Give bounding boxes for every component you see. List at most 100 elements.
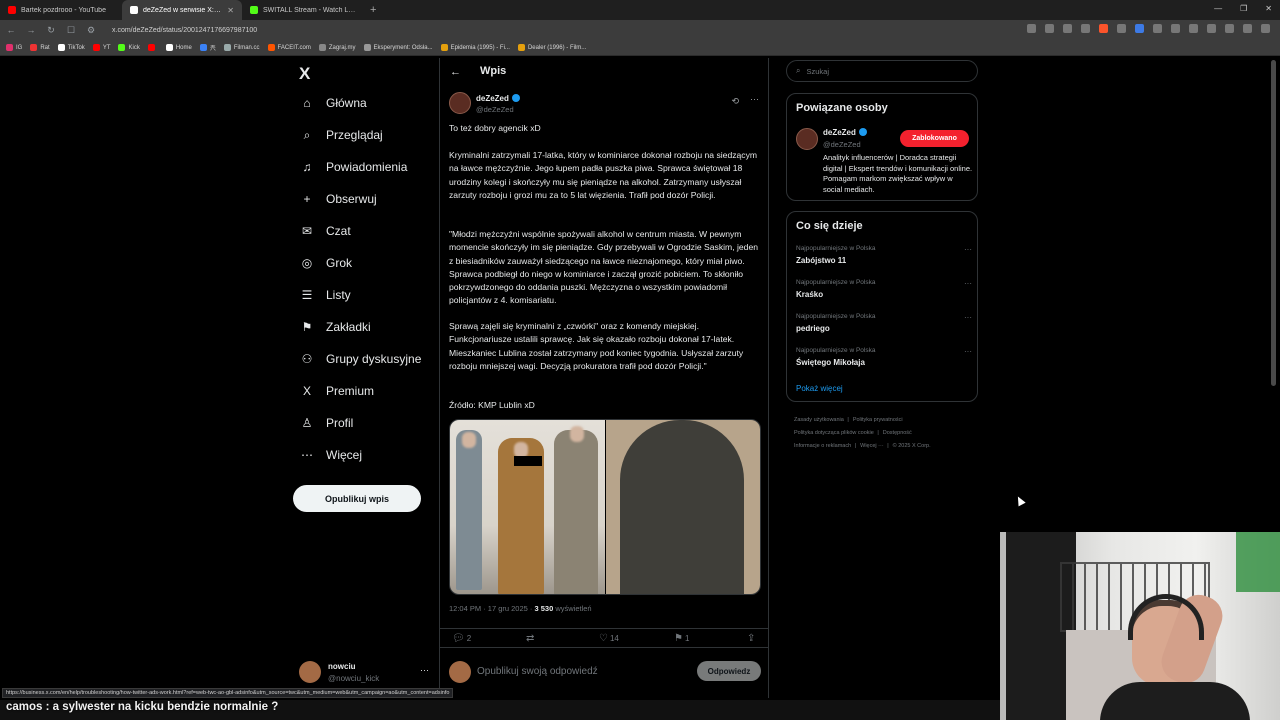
brave-shield-icon[interactable] xyxy=(1099,24,1108,33)
nav-item-obserwuj[interactable]: + Obserwuj xyxy=(300,192,376,206)
account-switcher[interactable]: nowciu @nowciu_kick ··· xyxy=(299,659,429,685)
show-more-link[interactable]: Pokaż więcej xyxy=(796,384,843,393)
post-author: deZeZed @deZeZed ⟲ ··· xyxy=(449,92,761,116)
tab-youtube[interactable]: Bartek pozdrooo - YouTube xyxy=(0,0,122,20)
nav-item-listy[interactable]: ☰ Listy xyxy=(300,288,351,302)
related-name[interactable]: deZeZed xyxy=(823,128,867,137)
bookmark-item[interactable]: 兲 xyxy=(199,43,216,52)
footer-link[interactable]: Więcej ··· xyxy=(860,443,889,449)
footer-link[interactable]: Zasady użytkowania xyxy=(794,417,849,423)
bookmark-item[interactable]: Zagraj.my xyxy=(318,44,356,51)
more-options-icon[interactable]: ··· xyxy=(750,94,759,104)
trend-item[interactable]: Najpopularniejsze w Polska Zabójstwo 11 ··… xyxy=(796,245,972,271)
bookmark-item[interactable]: Home xyxy=(165,44,192,51)
more-icon[interactable]: ··· xyxy=(964,347,972,356)
extension-icon[interactable] xyxy=(1171,24,1180,33)
post-photo-balaclava[interactable] xyxy=(606,420,760,594)
bookmark-item[interactable]: TikTok xyxy=(57,44,85,51)
avatar[interactable] xyxy=(796,128,818,150)
more-icon[interactable]: ··· xyxy=(964,313,972,322)
nav-item-czat[interactable]: ✉ Czat xyxy=(300,224,351,238)
share-action[interactable]: ⇪ xyxy=(747,633,755,644)
new-tab-button[interactable]: + xyxy=(364,4,382,16)
share-icon[interactable] xyxy=(1063,24,1072,33)
forward-icon[interactable]: → xyxy=(26,25,36,35)
more-icon[interactable]: ··· xyxy=(964,279,972,288)
download-icon[interactable] xyxy=(1189,24,1198,33)
reply-count: 2 xyxy=(466,634,472,643)
star-icon[interactable] xyxy=(1081,24,1090,33)
nav-item-więcej[interactable]: ⋯ Więcej xyxy=(300,448,362,462)
footer-link[interactable]: Dostępność xyxy=(883,430,914,436)
footer-link[interactable]: © 2025 X Corp. xyxy=(893,443,933,449)
tab-kick[interactable]: SWITALL Stream - Watch Live on Kick xyxy=(242,0,364,20)
more-icon[interactable]: ··· xyxy=(964,245,972,254)
repost-action[interactable]: ⇄ xyxy=(526,633,536,644)
bookmark-item[interactable]: Eksperyment: Odsła... xyxy=(363,44,433,51)
like-action[interactable]: ♡ 14 xyxy=(599,633,619,644)
nav-item-zakładki[interactable]: ⚑ Zakładki xyxy=(300,320,371,334)
bookmark-item[interactable]: FACEIT.com xyxy=(267,44,311,51)
avatar[interactable] xyxy=(449,92,471,114)
nav-item-grok[interactable]: ◎ Grok xyxy=(300,256,352,270)
menu-icon[interactable] xyxy=(1261,24,1270,33)
extension-icon[interactable] xyxy=(1153,24,1162,33)
scrollbar[interactable] xyxy=(1271,60,1276,386)
reply-input[interactable]: Opublikuj swoją odpowiedź xyxy=(477,666,598,677)
restore-icon[interactable]: ❐ xyxy=(1240,4,1247,13)
footer-link[interactable]: Polityka prywatności xyxy=(853,417,905,423)
url-field[interactable]: x.com/deZeZed/status/2001247176697987100 xyxy=(106,27,257,34)
bookmark-item[interactable]: Dealer (1996) - Film... xyxy=(517,44,586,51)
extension-icon[interactable] xyxy=(1135,24,1144,33)
back-arrow-icon[interactable]: ← xyxy=(450,66,461,78)
nav-icon: ☰ xyxy=(301,288,313,302)
post-button[interactable]: Opublikuj wpis xyxy=(293,485,421,512)
trend-item[interactable]: Najpopularniejsze w Polska Świętego Mikoł… xyxy=(796,347,972,373)
nav-item-grupy-dyskusyjne[interactable]: ⚇ Grupy dyskusyjne xyxy=(300,352,422,366)
footer-link[interactable]: Informacje o reklamach xyxy=(794,443,856,449)
author-handle[interactable]: @deZeZed xyxy=(476,105,514,114)
extension-icon[interactable] xyxy=(1117,24,1126,33)
close-tab-icon[interactable]: ✕ xyxy=(227,6,234,15)
bookmark-action[interactable]: ⚑ 1 xyxy=(674,633,689,644)
more-icon[interactable]: ··· xyxy=(420,665,429,675)
bookmark-item[interactable]: Filman.cc xyxy=(223,44,260,51)
post-photo-arrest[interactable] xyxy=(450,420,605,594)
bookmark-item[interactable]: YT xyxy=(92,44,110,51)
minimize-icon[interactable]: — xyxy=(1214,4,1222,13)
reply-action[interactable]: 💬︎ 2 xyxy=(452,633,471,644)
grok-icon[interactable]: ⟲ xyxy=(731,96,739,107)
bookmark-item[interactable]: Kick xyxy=(118,44,140,51)
trend-item[interactable]: Najpopularniejsze w Polska pedriego ··· xyxy=(796,313,972,339)
extension-icon[interactable] xyxy=(1225,24,1234,33)
bookmark-item[interactable]: Epidemia (1995) - Fi... xyxy=(440,44,510,51)
views-label: wyświetleń xyxy=(553,604,592,613)
footer-link[interactable]: Polityka dotycząca plików cookie xyxy=(794,430,879,436)
x-logo-icon[interactable]: X xyxy=(299,64,310,84)
tab-x-post[interactable]: deZeZed w serwisie X: „To też d ✕ xyxy=(122,0,242,20)
x-logo-icon xyxy=(130,6,138,14)
zoom-icon[interactable] xyxy=(1045,24,1054,33)
back-icon[interactable]: ← xyxy=(6,25,16,35)
bookmark-item[interactable]: IG xyxy=(6,44,22,51)
reply-button[interactable]: Odpowiedz xyxy=(697,661,761,681)
author-name[interactable]: deZeZed xyxy=(476,94,520,103)
bookmark-item[interactable] xyxy=(147,44,158,51)
close-window-icon[interactable]: ✕ xyxy=(1265,4,1272,13)
related-handle[interactable]: @deZeZed xyxy=(823,140,861,149)
reload-icon[interactable]: ↻ xyxy=(46,25,56,36)
media-icon[interactable] xyxy=(1243,24,1252,33)
nav-item-przeglądaj[interactable]: ⌕ Przeglądaj xyxy=(300,128,383,143)
bookmark-item[interactable]: Rat xyxy=(30,44,50,51)
extension-icon[interactable] xyxy=(1207,24,1216,33)
extension-icon[interactable] xyxy=(1027,24,1036,33)
nav-item-premium[interactable]: X Premium xyxy=(300,384,374,398)
site-info-icon[interactable]: ⚙ xyxy=(86,25,96,36)
bookmark-page-icon[interactable]: ☐ xyxy=(66,25,76,36)
search-input[interactable]: ⌕ Szukaj xyxy=(786,60,978,82)
nav-item-powiadomienia[interactable]: ♫ Powiadomienia xyxy=(300,160,408,174)
blocked-button[interactable]: Zablokowano xyxy=(900,130,969,147)
nav-item-główna[interactable]: ⌂ Główna xyxy=(300,96,366,110)
nav-item-profil[interactable]: ♙ Profil xyxy=(300,416,354,430)
trend-item[interactable]: Najpopularniejsze w Polska Kraśko ··· xyxy=(796,279,972,305)
